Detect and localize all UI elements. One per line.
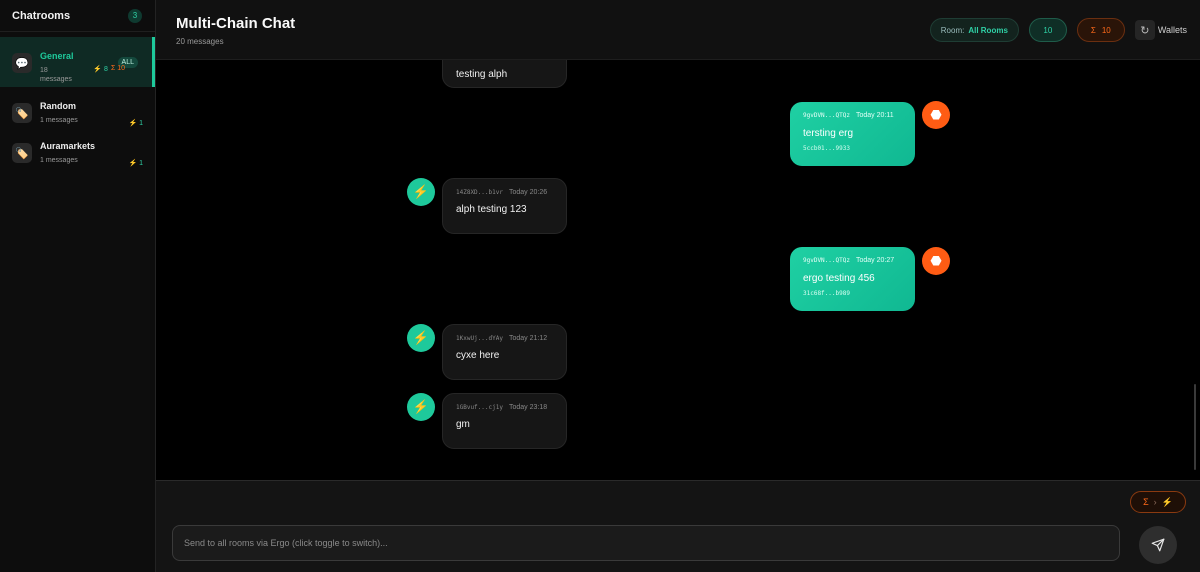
send-icon <box>1151 538 1165 552</box>
lightning-avatar-icon: ⚡ <box>407 393 435 421</box>
sender-address: 9gvDVN...QTQz <box>803 257 850 264</box>
chain-toggle-button[interactable]: Σ › ⚡ <box>1130 491 1186 513</box>
sidebar-header: Chatrooms 3 <box>0 0 155 32</box>
message-time: Today 20:11 <box>855 112 894 119</box>
erg-count: Σ 10 <box>110 65 125 72</box>
message-bubble: 1GBvuf...cj1y Today 23:18 gm <box>442 393 567 449</box>
sigma-icon: Σ <box>1143 497 1149 507</box>
sender-address: 9gvDVN...QTQz <box>803 112 850 119</box>
lightning-avatar-icon: ⚡ <box>407 324 435 352</box>
chevron-right-icon: › <box>1153 497 1157 507</box>
send-button[interactable] <box>1139 526 1177 564</box>
sender-address: 1KxwUj...dYAy <box>456 335 503 342</box>
message-input[interactable]: Send to all rooms via Ergo (click toggle… <box>172 525 1120 561</box>
sidebar: Chatrooms 3 💬 General 18 messages ALL ⚡ … <box>0 0 156 572</box>
message-input-placeholder: Send to all rooms via Ergo (click toggle… <box>184 538 388 548</box>
sigma-icon: Σ <box>1090 25 1096 35</box>
chat-header: Multi-Chain Chat 20 messages Room: All Ro… <box>156 0 1200 60</box>
message-text: alph testing 123 <box>456 204 527 215</box>
scrollbar[interactable] <box>1194 384 1196 470</box>
tx-hash: 5ccb01...9933 <box>803 145 850 152</box>
message-bubble: 14Z8XD...b1vr Today 20:26 alph testing 1… <box>442 178 567 234</box>
message-meta: 9gvDVN...QTQz Today 20:11 <box>803 112 902 119</box>
message-bubble-own: 9gvDVN...QTQz Today 20:11 tersting erg 5… <box>790 102 915 166</box>
message-meta: 1KxwUj...dYAy Today 21:12 <box>456 335 553 342</box>
erg-avatar-icon: ⬣ <box>922 101 950 129</box>
alph-count: ⚡ 1 <box>128 120 143 127</box>
message-time: Today 20:26 <box>508 189 548 196</box>
message-list[interactable]: testing alph 9gvDVN...QTQz Today 20:11 t… <box>156 60 1200 480</box>
speech-bubble-icon: 💬 <box>12 53 32 73</box>
sidebar-item-general[interactable]: 💬 General 18 messages ALL ⚡ 8 Σ 10 <box>0 37 155 87</box>
message-count: 20 messages <box>176 37 224 46</box>
sender-address: 1GBvuf...cj1y <box>456 404 503 411</box>
chain-counts: ⚡ 1 <box>128 119 143 127</box>
lightning-avatar-icon: ⚡ <box>407 178 435 206</box>
wallets-button[interactable]: ↻ Wallets <box>1134 20 1187 40</box>
message-text: tersting erg <box>803 128 854 139</box>
sidebar-item-auramarkets[interactable]: 🏷️ Auramarkets 1 messages ⚡ 1 <box>0 127 155 177</box>
chain-counts: ⚡ 8 Σ 10 <box>93 65 125 73</box>
tag-icon: 🏷️ <box>12 143 32 163</box>
refresh-icon[interactable]: ↻ <box>1134 20 1155 40</box>
header-controls: Room: All Rooms 10 Σ 10 ↻ Wallets <box>929 18 1187 42</box>
message-time: Today 20:27 <box>855 257 895 264</box>
message-bubble-own: 9gvDVN...QTQz Today 20:27 ergo testing 4… <box>790 247 915 311</box>
lightning-icon: ⚡ <box>1161 496 1173 507</box>
message-text: gm <box>456 419 470 430</box>
alph-count: ⚡ 1 <box>128 160 143 167</box>
message-text: testing alph <box>456 69 508 80</box>
sender-address: 14Z8XD...b1vr <box>456 189 503 196</box>
composer: Σ › ⚡ Send to all rooms via Ergo (click … <box>156 480 1200 572</box>
tx-hash: 31c68f...b989 <box>803 290 850 297</box>
message-text: cyxe here <box>456 350 500 361</box>
message-meta: 1GBvuf...cj1y Today 23:18 <box>456 404 553 411</box>
tag-icon: 🏷️ <box>12 103 32 123</box>
message-bubble: 1KxwUj...dYAy Today 21:12 cyxe here <box>442 324 567 380</box>
message-meta: 9gvDVN...QTQz Today 20:27 <box>803 257 902 264</box>
message-text: ergo testing 456 <box>803 273 875 284</box>
message-time: Today 23:18 <box>508 404 548 411</box>
alph-wallet-button[interactable]: 10 <box>1028 18 1067 42</box>
message-bubble: testing alph <box>442 60 567 88</box>
app-window: Chatrooms 3 💬 General 18 messages ALL ⚡ … <box>0 0 1200 572</box>
message-meta: 14Z8XD...b1vr Today 20:26 <box>456 189 553 196</box>
room-message-count: 18 messages <box>40 67 72 83</box>
alph-count: ⚡ 8 <box>93 66 108 73</box>
room-name: Random <box>40 101 76 111</box>
room-count-badge: 3 <box>128 8 142 23</box>
page-title: Multi-Chain Chat <box>176 15 296 32</box>
chain-counts: ⚡ 1 <box>128 159 143 167</box>
message-time: Today 21:12 <box>508 335 548 342</box>
erg-avatar-icon: ⬣ <box>922 247 950 275</box>
room-filter-button[interactable]: Room: All Rooms <box>929 18 1019 42</box>
erg-wallet-button[interactable]: Σ 10 <box>1076 18 1125 42</box>
room-name: Auramarkets <box>40 141 96 151</box>
sidebar-title: Chatrooms <box>12 9 71 22</box>
